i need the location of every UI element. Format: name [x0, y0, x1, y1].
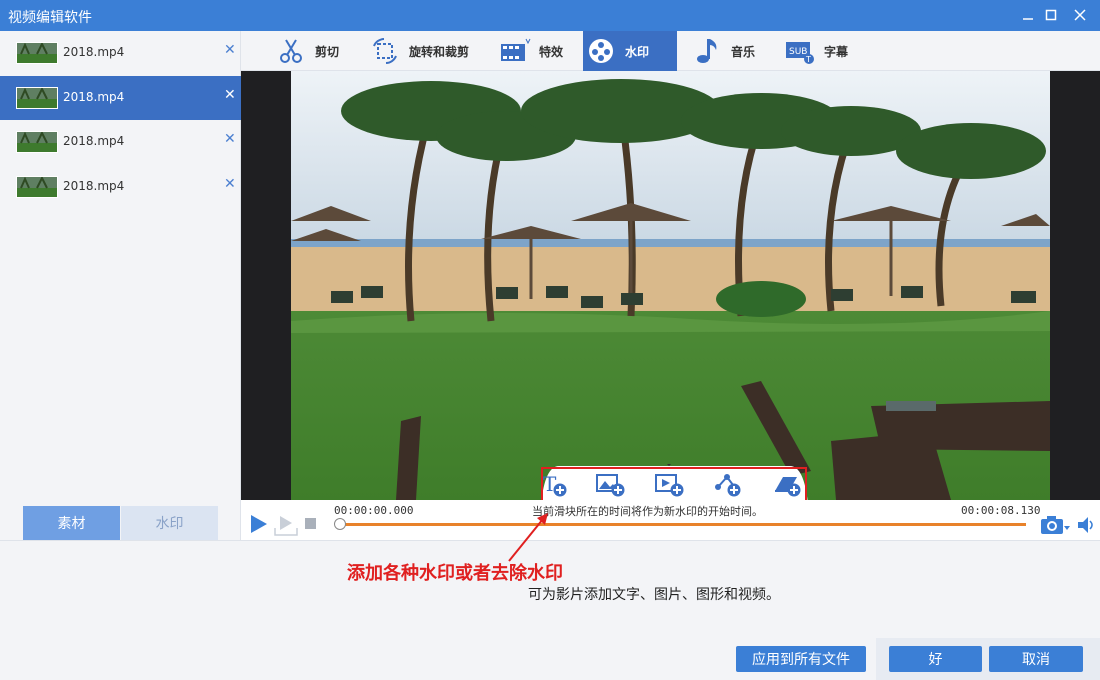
volume-icon[interactable] — [1077, 516, 1097, 534]
file-item[interactable]: 2018.mp4 ✕ — [0, 31, 241, 75]
tab-material[interactable]: 素材 — [23, 506, 120, 540]
add-text-watermark-button[interactable]: T — [541, 471, 571, 499]
end-time: 00:00:08.130 — [961, 504, 1041, 517]
file-list-panel: 2018.mp4 ✕ 2018.mp4 ✕ 2018.mp4 ✕ 2018.mp… — [0, 31, 241, 540]
window-title: 视频编辑软件 — [8, 10, 92, 26]
close-icon — [1074, 9, 1086, 21]
rotate-crop-icon — [373, 38, 397, 64]
tab-label: 水印 — [625, 44, 650, 59]
video-thumbnail — [16, 42, 58, 64]
tab-label: 音乐 — [731, 44, 756, 59]
snapshot-camera-icon[interactable] — [1040, 514, 1070, 536]
timeline-track[interactable] — [340, 523, 1026, 526]
subtitle-icon: SUBT — [786, 42, 814, 64]
music-note-icon — [697, 39, 717, 63]
bottom-panel: 添加各种水印或者去除水印 可为影片添加文字、图片、图形和视频。 应用到所有文件 … — [0, 513, 1100, 680]
timeline-hint: 当前滑块所在的时间将作为新水印的开始时间。 — [532, 505, 763, 518]
tab-subtitle[interactable]: SUB T 字幕 — [782, 31, 848, 71]
tab-label: 特效 — [539, 44, 564, 59]
apply-to-all-button[interactable]: 应用到所有文件 — [736, 646, 866, 672]
minimize-icon — [1023, 18, 1033, 20]
remove-file-icon[interactable]: ✕ — [224, 176, 238, 196]
tab-effects[interactable]: 特效 — [497, 31, 563, 71]
video-thumbnail — [16, 131, 58, 153]
file-item[interactable]: 2018.mp4 ✕ — [0, 120, 241, 164]
maximize-button[interactable] — [1039, 4, 1063, 26]
scissors-icon — [280, 39, 302, 63]
minimize-button[interactable] — [1016, 4, 1040, 26]
svg-text:T: T — [805, 55, 811, 64]
video-preview — [241, 71, 1100, 500]
add-video-watermark-icon — [655, 474, 684, 497]
add-video-watermark-button[interactable] — [655, 471, 685, 499]
current-time: 00:00:00.000 — [334, 504, 414, 517]
play-icon[interactable] — [249, 514, 269, 534]
stop-icon[interactable] — [305, 518, 317, 530]
annotation-arrow-icon — [508, 513, 548, 562]
title-bar: 视频编辑软件 — [0, 0, 1100, 31]
file-item-selected[interactable]: 2018.mp4 ✕ — [0, 76, 241, 120]
watermark-description: 可为影片添加文字、图片、图形和视频。 — [528, 587, 780, 603]
file-item[interactable]: 2018.mp4 ✕ — [0, 165, 241, 209]
file-name: 2018.mp4 — [63, 45, 125, 59]
video-thumbnail — [16, 176, 58, 198]
svg-text:SUB: SUB — [789, 47, 807, 57]
remove-file-icon[interactable]: ✕ — [224, 87, 238, 107]
file-name: 2018.mp4 — [63, 134, 125, 148]
tab-watermark[interactable]: 水印 — [121, 506, 218, 540]
maximize-icon — [1045, 9, 1057, 21]
play-segment-icon[interactable] — [274, 514, 298, 536]
video-thumbnail — [16, 87, 58, 109]
tab-rotate-crop[interactable]: 旋转和裁剪 — [367, 31, 469, 71]
tab-music[interactable]: 音乐 — [689, 31, 755, 71]
file-name: 2018.mp4 — [63, 90, 125, 104]
tab-label: 剪切 — [315, 44, 340, 59]
remove-file-icon[interactable]: ✕ — [224, 131, 238, 151]
add-image-watermark-icon — [596, 474, 625, 497]
file-name: 2018.mp4 — [63, 179, 125, 193]
tab-label: 旋转和裁剪 — [409, 44, 470, 59]
add-shape-watermark-icon — [715, 474, 741, 497]
tab-label: 字幕 — [824, 44, 849, 59]
add-shape-watermark-button[interactable] — [713, 471, 743, 499]
ok-button[interactable]: 好 — [889, 646, 982, 672]
effects-icon — [501, 38, 531, 61]
cancel-button[interactable]: 取消 — [989, 646, 1083, 672]
video-scene-image — [291, 71, 1050, 500]
remove-watermark-icon — [775, 477, 801, 497]
edit-toolbar: 剪切 旋转和裁剪 特效 水印 音乐 SUB T 字幕 — [241, 31, 1100, 71]
add-image-watermark-button[interactable] — [596, 471, 626, 499]
remove-file-icon[interactable]: ✕ — [224, 42, 238, 62]
player-controls: 00:00:00.000 当前滑块所在的时间将作为新水印的开始时间。 00:00… — [241, 500, 1100, 540]
close-button[interactable] — [1068, 4, 1092, 26]
remove-watermark-button[interactable] — [773, 471, 803, 499]
watermark-tool-panel: T — [541, 464, 808, 504]
add-text-watermark-icon: T — [543, 472, 567, 497]
watermark-icon — [589, 39, 613, 63]
timeline-slider-handle[interactable] — [334, 518, 346, 530]
video-frame[interactable] — [291, 71, 1050, 500]
tab-cut[interactable]: 剪切 — [273, 31, 339, 71]
tab-watermark-tool[interactable]: 水印 — [583, 31, 677, 71]
